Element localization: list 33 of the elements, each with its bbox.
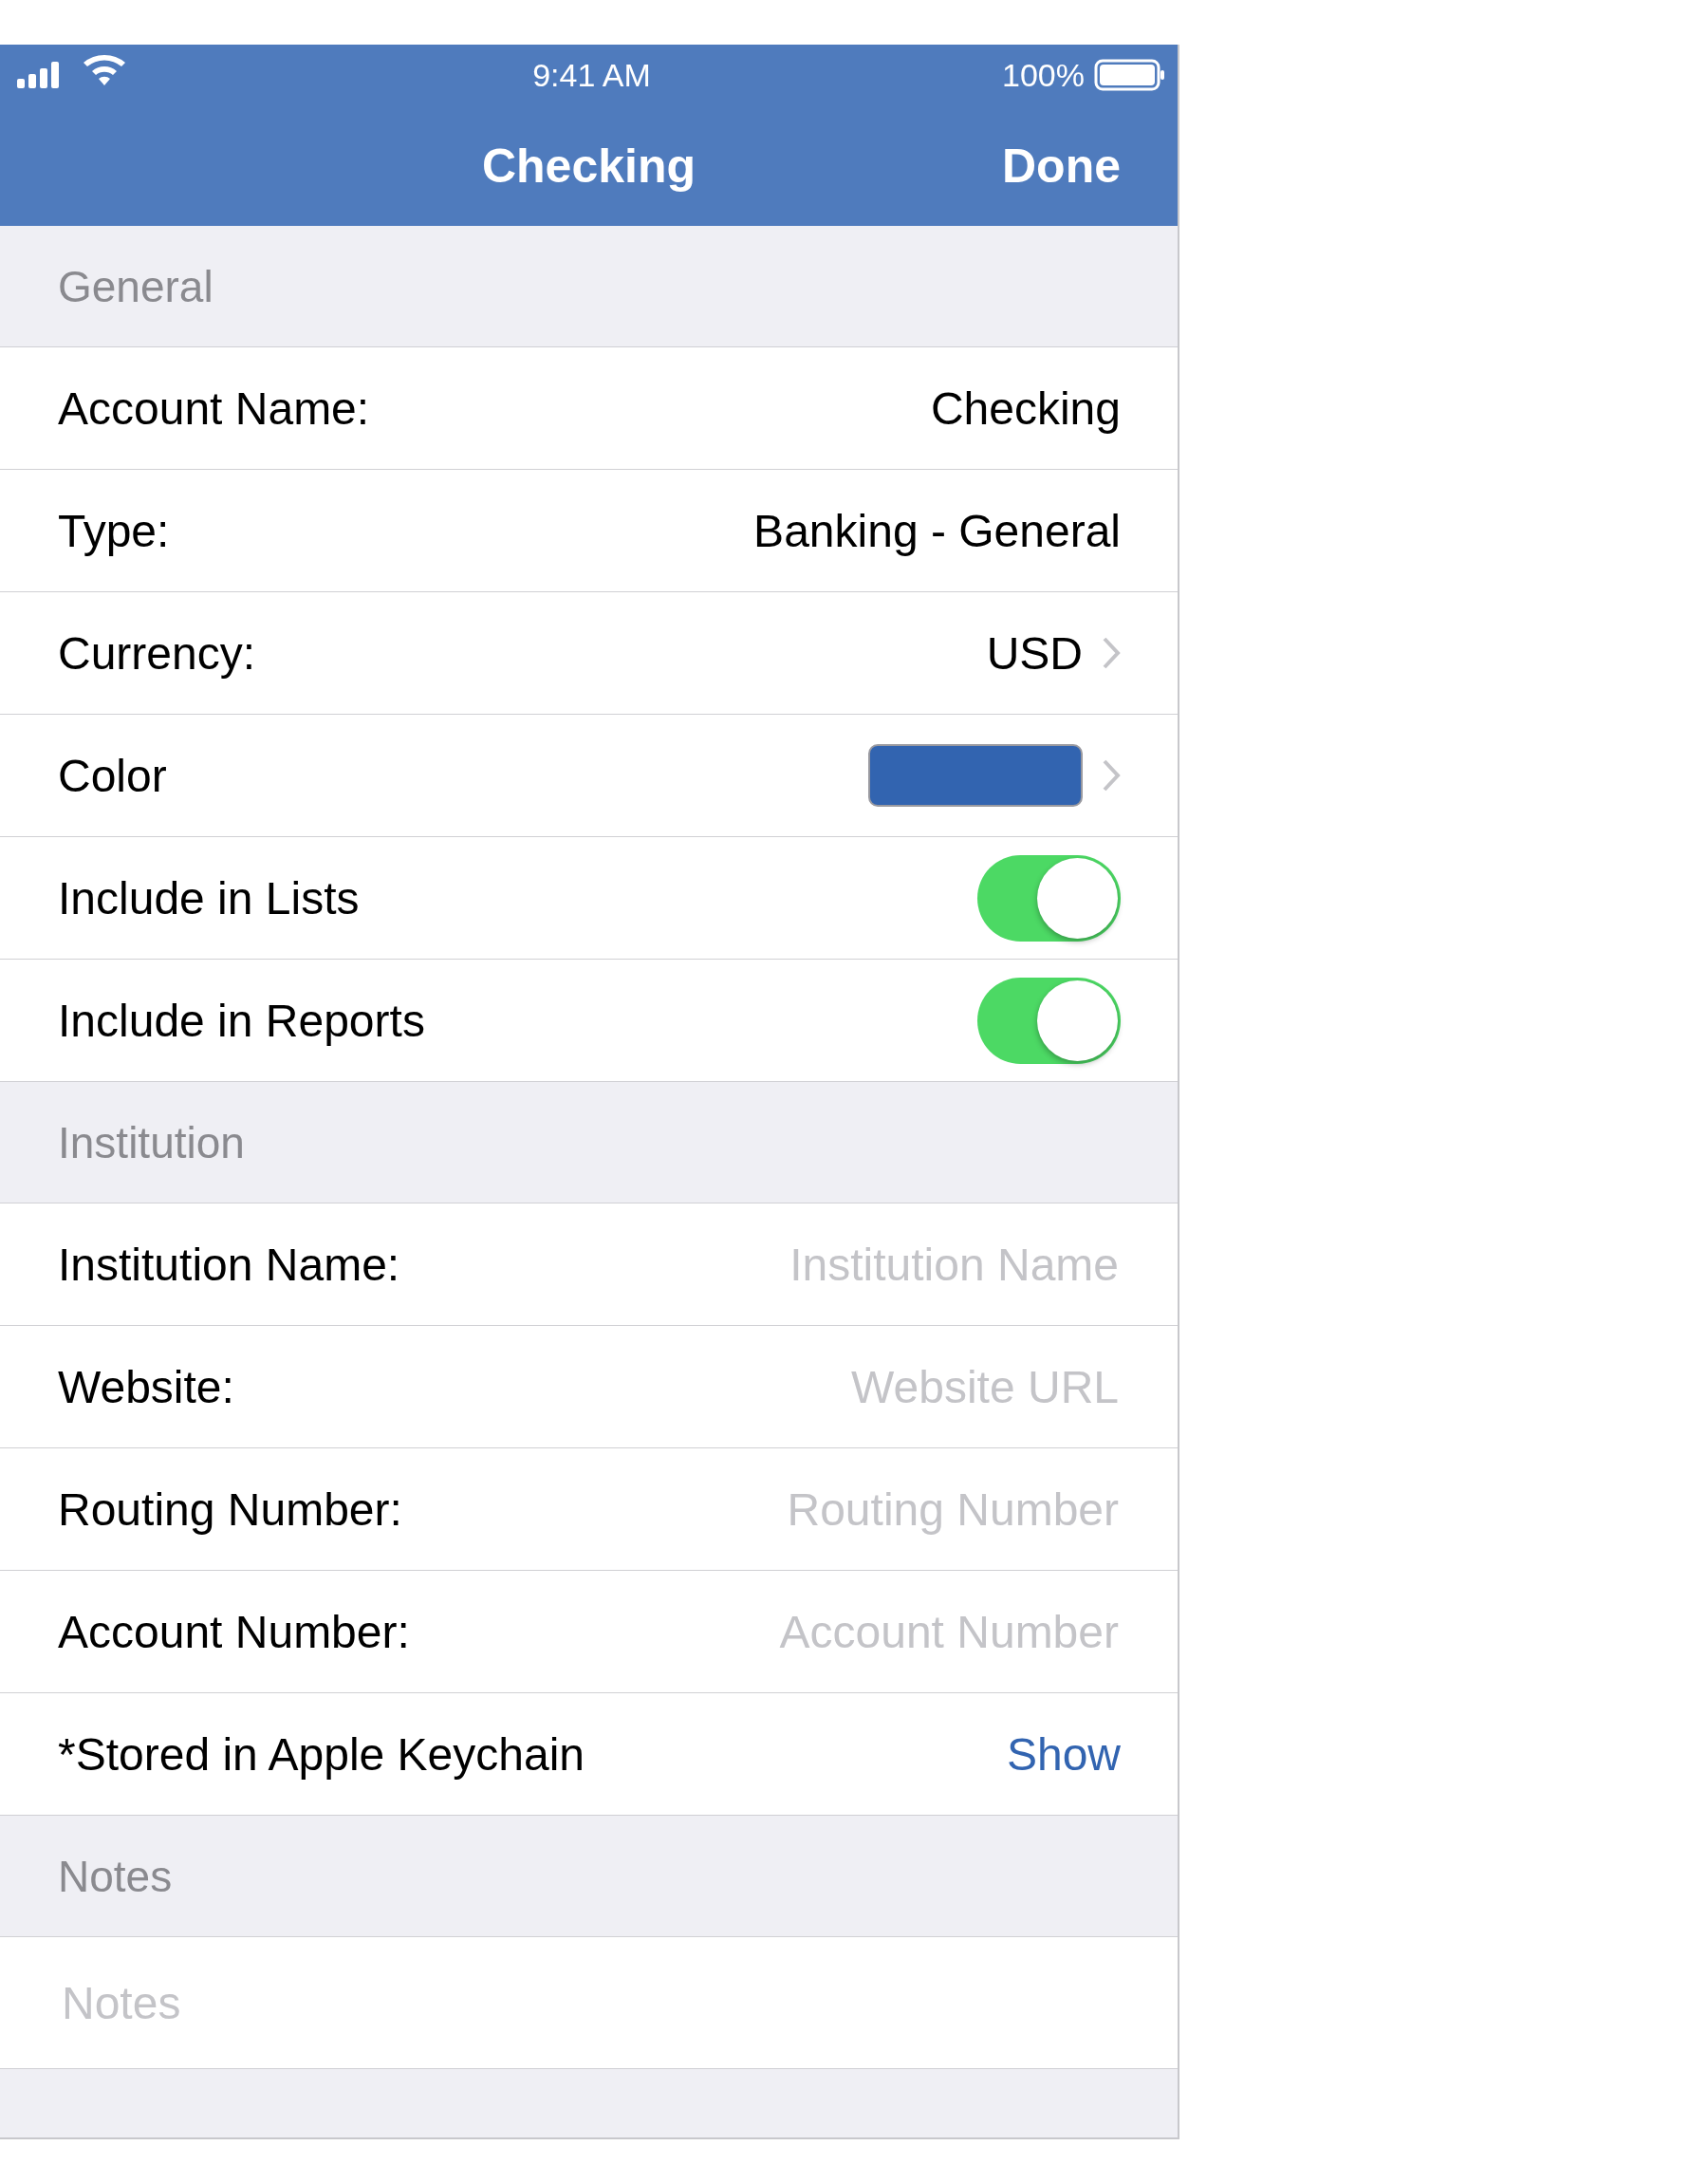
notes-field[interactable]: Notes — [60, 1975, 1121, 2030]
row-label: Include in Lists — [58, 871, 360, 924]
row-label: Currency: — [58, 626, 256, 680]
section-title: General — [58, 260, 214, 312]
wifi-icon — [84, 55, 125, 85]
status-time: 9:41 AM — [532, 56, 651, 94]
row-label: Account Name: — [58, 382, 370, 435]
row-value: USD — [986, 626, 1083, 680]
row-label: Routing Number: — [58, 1483, 402, 1536]
row-label: *Stored in Apple Keychain — [58, 1727, 585, 1781]
row-value: Banking - General — [753, 504, 1121, 557]
input-field[interactable]: Institution Name — [585, 1237, 1121, 1292]
row-label: Website: — [58, 1360, 234, 1413]
row-label: Color — [58, 749, 167, 802]
chevron-icon — [1102, 758, 1121, 793]
nav-title: Checking — [481, 138, 696, 194]
battery-percent: 100% — [1002, 56, 1085, 94]
battery-icon — [1094, 59, 1166, 91]
show-link[interactable]: Show — [1006, 1727, 1121, 1781]
done-button[interactable]: Done — [1002, 138, 1121, 194]
chevron-icon — [1102, 636, 1121, 670]
input-field[interactable]: Routing Number — [585, 1482, 1121, 1537]
row-label: Account Number: — [58, 1605, 410, 1658]
color-swatch[interactable] — [868, 744, 1083, 807]
row-label: Type: — [58, 504, 170, 557]
input-field[interactable]: Account Number — [585, 1604, 1121, 1659]
row-value: Checking — [930, 382, 1121, 435]
row-label: Include in Reports — [58, 994, 425, 1047]
section-title: Notes — [58, 1850, 173, 1902]
notes-area[interactable]: Notes — [0, 1937, 1178, 2069]
input-field[interactable]: Website URL — [585, 1359, 1121, 1414]
row-label: Institution Name: — [58, 1238, 400, 1291]
section-title: Institution — [58, 1116, 245, 1168]
